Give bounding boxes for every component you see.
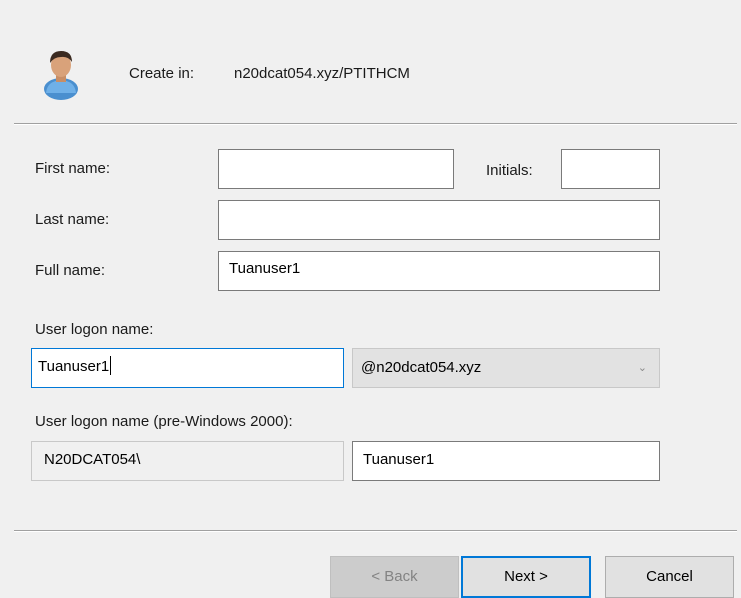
initials-label: Initials: [486, 162, 533, 179]
initials-field[interactable] [561, 149, 660, 189]
logon-name-value: Tuanuser1 [38, 358, 110, 375]
pre2000-label: User logon name (pre-Windows 2000): [35, 413, 293, 430]
logon-name-label: User logon name: [35, 321, 154, 338]
top-divider [14, 123, 737, 125]
new-user-dialog: Create in: n20dcat054.xyz/PTITHCM First … [0, 0, 741, 598]
cancel-button[interactable]: Cancel [605, 556, 734, 598]
last-name-field[interactable] [218, 200, 660, 240]
domain-suffix-select[interactable]: @n20dcat054.xyz ⌄ [352, 348, 660, 388]
pre2000-domain-field: N20DCAT054\ [31, 441, 344, 481]
pre2000-logon-field[interactable]: Tuanuser1 [352, 441, 660, 481]
first-name-field[interactable] [218, 149, 454, 189]
create-in-label: Create in: [129, 65, 195, 82]
user-icon [38, 43, 84, 101]
back-button[interactable]: < Back [330, 556, 459, 598]
domain-suffix-value: @n20dcat054.xyz [361, 359, 482, 376]
full-name-field[interactable]: Tuanuser1 [218, 251, 660, 291]
full-name-label: Full name: [35, 262, 106, 279]
last-name-label: Last name: [35, 211, 110, 228]
create-in-path: n20dcat054.xyz/PTITHCM [234, 65, 410, 82]
bottom-divider [14, 530, 737, 532]
text-caret [110, 356, 112, 375]
first-name-label: First name: [35, 160, 111, 177]
next-button[interactable]: Next > [461, 556, 591, 598]
logon-name-field[interactable]: Tuanuser1 [31, 348, 344, 388]
chevron-down-icon: ⌄ [637, 362, 647, 374]
